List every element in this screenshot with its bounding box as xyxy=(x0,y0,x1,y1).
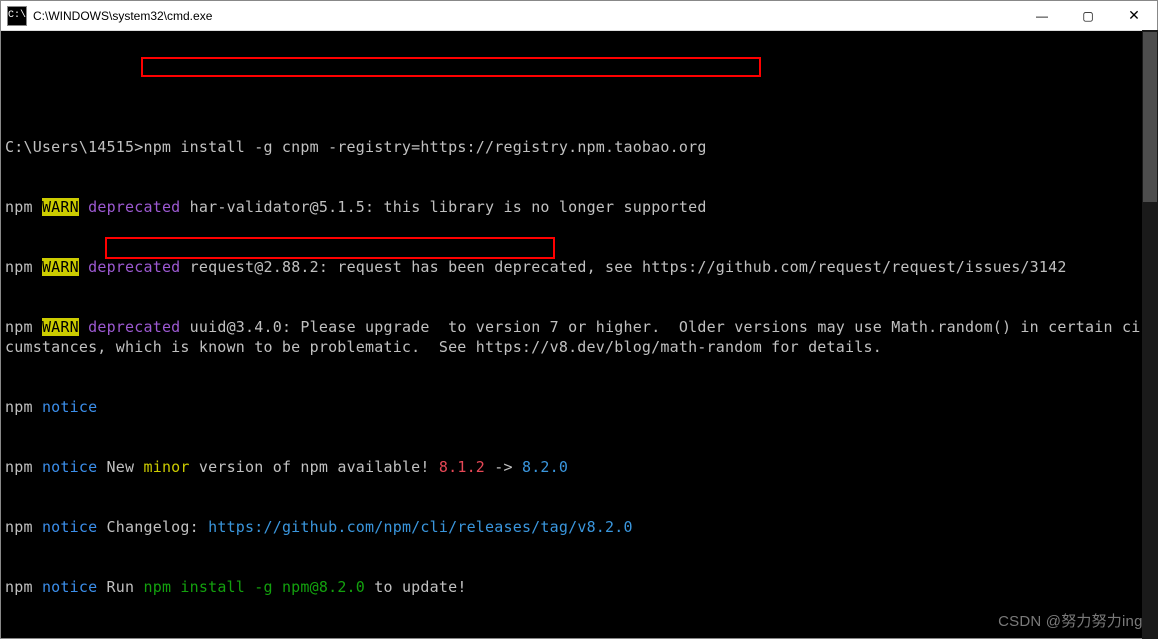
prompt: C:\Users\14515> xyxy=(5,138,143,156)
minor-label: minor xyxy=(143,458,189,476)
npm-label: npm xyxy=(5,398,42,416)
msg: har-validator@5.1.5: this library is no … xyxy=(180,198,706,216)
command: npm install -g cnpm -registry=https://re… xyxy=(143,138,706,156)
notice-label: notice xyxy=(42,578,97,596)
npm-label: npm xyxy=(5,578,42,596)
scrollbar-thumb[interactable] xyxy=(1143,32,1157,202)
msg: Changelog: xyxy=(97,518,208,536)
cmd-window: C:\ C:\WINDOWS\system32\cmd.exe — ▢ ✕ C:… xyxy=(0,0,1158,639)
npm-label: npm xyxy=(5,458,42,476)
notice-label: notice xyxy=(42,518,97,536)
watermark: CSDN @努力努力ing! xyxy=(998,612,1147,632)
update-cmd: npm install -g npm@8.2.0 xyxy=(143,578,365,596)
notice-label: notice xyxy=(42,458,97,476)
minimize-button[interactable]: — xyxy=(1019,1,1065,30)
highlight-box-2 xyxy=(105,237,555,259)
terminal-line: npm WARN deprecated uuid@3.4.0: Please u… xyxy=(5,317,1153,357)
npm-label: npm xyxy=(5,318,42,336)
terminal-line: npm WARN deprecated har-validator@5.1.5:… xyxy=(5,197,1153,217)
msg: to update! xyxy=(365,578,467,596)
cmd-icon: C:\ xyxy=(7,6,27,26)
highlight-box-1 xyxy=(141,57,761,77)
arrow: -> xyxy=(485,458,522,476)
deprecated-label: deprecated xyxy=(79,258,181,276)
window-controls: — ▢ ✕ xyxy=(1019,1,1157,30)
warn-badge: WARN xyxy=(42,318,79,336)
deprecated-label: deprecated xyxy=(79,198,181,216)
npm-label: npm xyxy=(5,258,42,276)
deprecated-label: deprecated xyxy=(79,318,181,336)
old-version: 8.1.2 xyxy=(439,458,485,476)
npm-label: npm xyxy=(5,518,42,536)
terminal-line: npm WARN deprecated request@2.88.2: requ… xyxy=(5,257,1153,277)
warn-badge: WARN xyxy=(42,258,79,276)
terminal-line: npm notice Changelog: https://github.com… xyxy=(5,517,1153,537)
terminal-output[interactable]: C:\Users\14515>npm install -g cnpm -regi… xyxy=(1,31,1157,638)
prompt-line: C:\Users\14515>npm install -g cnpm -regi… xyxy=(5,137,1153,157)
npm-label: npm xyxy=(5,198,42,216)
titlebar[interactable]: C:\ C:\WINDOWS\system32\cmd.exe — ▢ ✕ xyxy=(1,1,1157,31)
terminal-line: npm notice New minor version of npm avai… xyxy=(5,457,1153,477)
msg: Run xyxy=(97,578,143,596)
scrollbar-vertical[interactable] xyxy=(1142,30,1158,639)
window-title: C:\WINDOWS\system32\cmd.exe xyxy=(33,9,1019,23)
new-version: 8.2.0 xyxy=(522,458,568,476)
notice-label: notice xyxy=(42,398,97,416)
warn-badge: WARN xyxy=(42,198,79,216)
close-button[interactable]: ✕ xyxy=(1111,1,1157,30)
changelog-link: https://github.com/npm/cli/releases/tag/… xyxy=(208,518,633,536)
terminal-line: npm notice Run npm install -g npm@8.2.0 … xyxy=(5,577,1153,597)
msg: request@2.88.2: request has been depreca… xyxy=(180,258,1066,276)
msg: New xyxy=(97,458,143,476)
msg: version of npm available! xyxy=(190,458,439,476)
terminal-line: npm notice xyxy=(5,397,1153,417)
terminal-line xyxy=(5,77,1153,97)
terminal-line: npm notice xyxy=(5,637,1153,638)
maximize-button[interactable]: ▢ xyxy=(1065,1,1111,30)
